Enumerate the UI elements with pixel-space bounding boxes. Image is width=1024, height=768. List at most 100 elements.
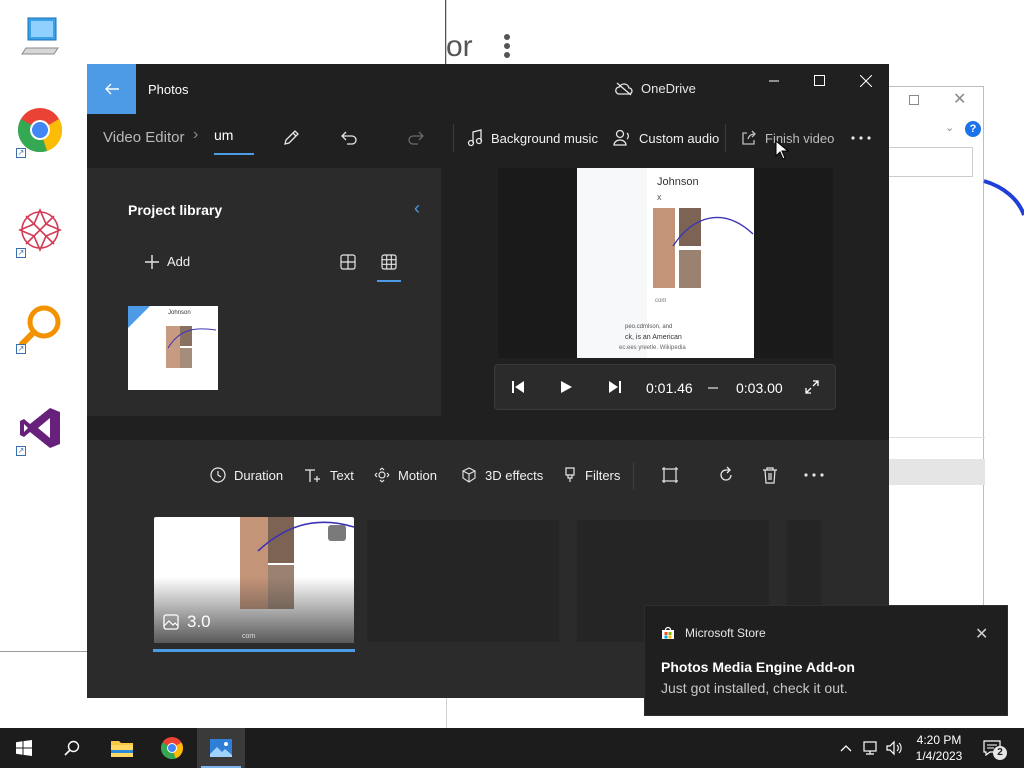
toast-app-name: Microsoft Store — [685, 626, 766, 640]
redo-button[interactable] — [404, 126, 428, 150]
math-app-icon[interactable]: ↗ — [14, 204, 66, 258]
close-icon[interactable]: ✕ — [953, 89, 966, 109]
clip-select-checkbox[interactable] — [328, 525, 346, 541]
storyboard-clip[interactable]: 3.0 com — [154, 517, 354, 643]
network-icon — [863, 741, 877, 755]
background-separator — [887, 437, 985, 438]
photos-taskbar-button[interactable] — [197, 728, 245, 768]
music-note-icon — [467, 129, 483, 147]
search-app-icon[interactable]: ↗ — [14, 300, 66, 354]
collapse-library-chevron-icon[interactable]: ‹ — [414, 198, 420, 219]
chrome-desktop-icon[interactable]: ↗ — [14, 104, 66, 158]
background-window-right: ✕ ⌄ ? — [886, 86, 985, 606]
breadcrumb-video-editor[interactable]: Video Editor — [103, 129, 184, 146]
more-options-button[interactable] — [849, 126, 873, 150]
person-audio-icon — [613, 129, 629, 146]
back-arrow-icon — [104, 83, 119, 95]
clip-progress-bar — [153, 649, 355, 652]
maximize-icon — [814, 75, 825, 86]
active-view-indicator — [377, 280, 401, 282]
background-divider-bottom — [446, 698, 447, 730]
3d-effects-label: 3D effects — [485, 467, 544, 483]
pencil-icon — [284, 130, 299, 145]
resize-button[interactable] — [659, 464, 681, 486]
filter-brush-icon — [565, 467, 575, 482]
toast-close-icon[interactable]: ✕ — [975, 624, 988, 644]
add-media-button[interactable]: Add — [145, 254, 190, 269]
crop-resize-icon — [662, 467, 678, 483]
background-music-label: Background music — [491, 130, 598, 146]
this-pc-icon[interactable] — [14, 10, 66, 62]
visual-studio-icon[interactable]: ↗ — [14, 402, 66, 456]
duration-button[interactable]: Duration — [210, 465, 283, 485]
grid-small-icon — [381, 254, 397, 270]
next-frame-button[interactable] — [605, 377, 625, 397]
preview-mark-text: x — [657, 192, 662, 202]
storyboard-divider — [633, 462, 634, 490]
previous-frame-button[interactable] — [508, 377, 528, 397]
background-row — [887, 459, 985, 485]
large-grid-view-button[interactable] — [340, 254, 360, 274]
playback-controls: 0:01.46 0:03.00 — [494, 364, 836, 410]
rename-button[interactable] — [279, 126, 303, 150]
taskbar: 4:20 PM 1/4/2023 2 — [0, 728, 1024, 768]
project-name-field[interactable]: um — [214, 127, 233, 143]
library-media-thumbnail[interactable]: Johnson — [128, 306, 218, 390]
delete-button[interactable] — [759, 464, 781, 486]
minimize-icon — [769, 80, 779, 82]
network-button[interactable] — [860, 738, 880, 758]
custom-audio-button[interactable]: Custom audio — [613, 126, 719, 150]
small-grid-view-button[interactable] — [381, 254, 401, 274]
chevron-down-icon[interactable]: ⌄ — [945, 121, 954, 134]
show-hidden-icons-button[interactable] — [836, 738, 856, 758]
video-preview: Johnson x com peo.cdmlson, and ck, is an… — [498, 168, 833, 358]
rotate-button[interactable] — [715, 464, 737, 486]
image-icon — [163, 614, 179, 630]
text-button[interactable]: Text — [304, 465, 354, 485]
preview-caption-line-3: ec.ees yreetle. Wikipedia — [619, 345, 686, 351]
chevron-up-icon — [840, 745, 852, 752]
mouse-cursor-icon — [775, 140, 789, 160]
fullscreen-button[interactable] — [802, 377, 822, 397]
play-button[interactable] — [556, 377, 576, 397]
close-button[interactable] — [843, 64, 889, 98]
app-title: Photos — [148, 82, 189, 97]
help-icon[interactable]: ? — [965, 121, 981, 137]
search-button[interactable] — [48, 728, 96, 768]
maximize-icon[interactable] — [909, 95, 919, 105]
onedrive-label: OneDrive — [641, 81, 696, 96]
play-icon — [561, 381, 572, 393]
onedrive-status[interactable]: OneDrive — [615, 81, 696, 96]
background-music-button[interactable]: Background music — [467, 126, 598, 150]
undo-button[interactable] — [337, 126, 361, 150]
file-explorer-taskbar-button[interactable] — [98, 728, 146, 768]
toast-title: Photos Media Engine Add-on — [661, 659, 855, 675]
motion-button[interactable]: Motion — [374, 465, 437, 485]
grid-large-icon — [340, 254, 356, 270]
toolbar-divider — [725, 124, 726, 152]
start-button[interactable] — [0, 728, 48, 768]
back-button[interactable] — [87, 64, 136, 114]
minimize-button[interactable] — [751, 64, 797, 98]
background-input[interactable] — [887, 147, 973, 177]
toast-notification[interactable]: Microsoft Store ✕ Photos Media Engine Ad… — [644, 605, 1008, 716]
clip-duration-badge: 3.0 — [163, 612, 211, 632]
more-horizontal-icon — [851, 136, 871, 140]
volume-button[interactable] — [884, 738, 904, 758]
toast-app-header: Microsoft Store — [661, 626, 766, 640]
duration-label: Duration — [234, 467, 284, 483]
storyboard-more-button[interactable] — [803, 464, 825, 486]
more-horizontal-icon — [804, 473, 824, 477]
cloud-off-icon — [615, 82, 633, 95]
3d-effects-button[interactable]: 3D effects — [461, 465, 543, 485]
preview-caption-line-1: peo.cdmlson, and — [625, 324, 673, 330]
empty-clip-slot — [367, 520, 559, 642]
motion-label: Motion — [398, 467, 438, 483]
breadcrumb-chevron-icon: › — [193, 126, 199, 143]
filters-button[interactable]: Filters — [563, 465, 620, 485]
preview-com-text: com — [655, 298, 667, 304]
thumbnail-text: Johnson — [168, 310, 191, 316]
taskbar-clock[interactable]: 4:20 PM 1/4/2023 — [910, 732, 968, 764]
chrome-taskbar-button[interactable] — [148, 728, 196, 768]
maximize-button[interactable] — [797, 64, 843, 98]
